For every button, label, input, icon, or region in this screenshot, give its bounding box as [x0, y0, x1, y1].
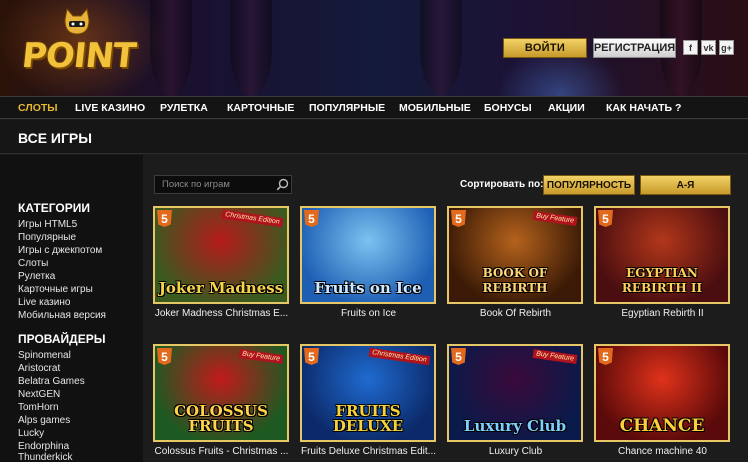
game-caption[interactable]: Chance machine 40: [590, 446, 735, 457]
vk-icon[interactable]: vk: [701, 40, 716, 55]
curtain-decoration: [150, 0, 192, 96]
nav-item-roulette[interactable]: РУЛЕТКА: [160, 97, 208, 119]
google-plus-icon[interactable]: g+: [719, 40, 734, 55]
page-title: ВСЕ ИГРЫ: [18, 130, 92, 146]
nav-item-live-casino[interactable]: LIVE КАЗИНО: [75, 97, 145, 119]
site-header: POINT ВОЙТИ РЕГИСТРАЦИЯ f vk g+: [0, 0, 748, 96]
html5-badge-icon: 5: [157, 210, 172, 227]
html5-badge-icon: 5: [304, 210, 319, 227]
sidebar-item-html5[interactable]: Игры HTML5: [18, 219, 77, 230]
site-logo[interactable]: POINT: [18, 6, 140, 88]
game-art-title: BOOK OF REBIRTH: [482, 266, 548, 295]
html5-badge-icon: 5: [304, 348, 319, 365]
sidebar-item-slots[interactable]: Слоты: [18, 258, 48, 269]
game-caption[interactable]: Egyptian Rebirth II: [590, 308, 735, 319]
provider-nextgen[interactable]: NextGEN: [18, 389, 60, 400]
provider-thunderkick[interactable]: Thunderkick: [18, 452, 72, 462]
provider-tomhorn[interactable]: TomHorn: [18, 402, 59, 413]
provider-endorphina[interactable]: Endorphina: [18, 441, 69, 452]
login-button[interactable]: ВОЙТИ: [503, 38, 587, 58]
title-bar: [0, 120, 748, 154]
sort-az-button[interactable]: А-Я: [640, 175, 731, 195]
game-art-title: FRUITS DELUXE: [332, 402, 404, 435]
logo-wordmark: POINT: [19, 36, 138, 76]
provider-alps-games[interactable]: Alps games: [18, 415, 70, 426]
sidebar-item-card-games[interactable]: Карточные игры: [18, 284, 93, 295]
sidebar-item-popular[interactable]: Популярные: [18, 232, 76, 243]
main-nav: СЛОТЫ LIVE КАЗИНО РУЛЕТКА КАРТОЧНЫЕ ПОПУ…: [0, 96, 748, 119]
curtain-decoration: [230, 0, 272, 96]
providers-heading: ПРОВАЙДЕРЫ: [18, 332, 106, 346]
register-button[interactable]: РЕГИСТРАЦИЯ: [593, 38, 676, 58]
search-input[interactable]: [154, 175, 292, 194]
sidebar-item-roulette[interactable]: Рулетка: [18, 271, 55, 282]
html5-badge-icon: 5: [598, 348, 613, 365]
game-art-title: Joker Madness: [158, 279, 284, 297]
sidebar-item-live-casino[interactable]: Live казино: [18, 297, 70, 308]
game-tile[interactable]: EGYPTIAN REBIRTH II 5: [594, 206, 730, 304]
sort-label: Сортировать по:: [460, 179, 544, 190]
game-caption[interactable]: Fruits Deluxe Christmas Edit...: [296, 446, 441, 457]
game-caption[interactable]: Luxury Club: [443, 446, 588, 457]
sidebar-item-mobile[interactable]: Мобильная версия: [18, 310, 106, 321]
sort-popularity-button[interactable]: ПОПУЛЯРНОСТЬ: [543, 175, 635, 195]
provider-spinomenal[interactable]: Spinomenal: [18, 350, 71, 361]
nav-item-how-to-start[interactable]: КАК НАЧАТЬ ?: [606, 97, 681, 119]
curtain-decoration: [420, 0, 462, 96]
provider-lucky[interactable]: Lucky: [18, 428, 44, 439]
sidebar-item-jackpot[interactable]: Игры с джекпотом: [18, 245, 102, 256]
categories-heading: КАТЕГОРИИ: [18, 201, 90, 215]
provider-belatra-games[interactable]: Belatra Games: [18, 376, 85, 387]
nav-item-cards[interactable]: КАРТОЧНЫЕ: [227, 97, 294, 119]
nav-item-promotions[interactable]: АКЦИИ: [548, 97, 585, 119]
nav-item-mobile[interactable]: МОБИЛЬНЫЕ: [399, 97, 471, 119]
search-icon[interactable]: [276, 178, 289, 191]
cat-logo-icon: [64, 8, 90, 35]
game-tile[interactable]: Buy Feature Luxury Club 5: [447, 344, 583, 442]
nav-item-slots[interactable]: СЛОТЫ: [18, 97, 58, 119]
game-tile[interactable]: CHANCE 5: [594, 344, 730, 442]
html5-badge-icon: 5: [598, 210, 613, 227]
game-tile[interactable]: Buy Feature BOOK OF REBIRTH 5: [447, 206, 583, 304]
html5-badge-icon: 5: [451, 348, 466, 365]
game-art-title: EGYPTIAN REBIRTH II: [621, 266, 703, 295]
game-caption[interactable]: Fruits on Ice: [296, 308, 441, 319]
game-caption[interactable]: Joker Madness Christmas E...: [149, 308, 294, 319]
game-tile[interactable]: Christmas Edition FRUITS DELUXE 5: [300, 344, 436, 442]
game-art-title: Fruits on Ice: [314, 279, 422, 297]
nav-item-popular[interactable]: ПОПУЛЯРНЫЕ: [309, 97, 385, 119]
sidebar: КАТЕГОРИИ Игры HTML5 Популярные Игры с д…: [0, 155, 143, 462]
game-art-title: CHANCE: [619, 416, 705, 436]
game-art-title: COLOSSUS FRUITS: [174, 402, 268, 435]
game-art-title: Luxury Club: [463, 417, 567, 435]
game-caption[interactable]: Colossus Fruits - Christmas ...: [149, 446, 294, 457]
game-tile[interactable]: Christmas Edition Joker Madness 5: [153, 206, 289, 304]
game-tile[interactable]: Fruits on Ice 5: [300, 206, 436, 304]
game-caption[interactable]: Book Of Rebirth: [443, 308, 588, 319]
html5-badge-icon: 5: [451, 210, 466, 227]
game-tile[interactable]: Buy Feature COLOSSUS FRUITS 5: [153, 344, 289, 442]
nav-item-bonuses[interactable]: БОНУСЫ: [484, 97, 532, 119]
provider-aristocrat[interactable]: Aristocrat: [18, 363, 60, 374]
html5-badge-icon: 5: [157, 348, 172, 365]
facebook-icon[interactable]: f: [683, 40, 698, 55]
